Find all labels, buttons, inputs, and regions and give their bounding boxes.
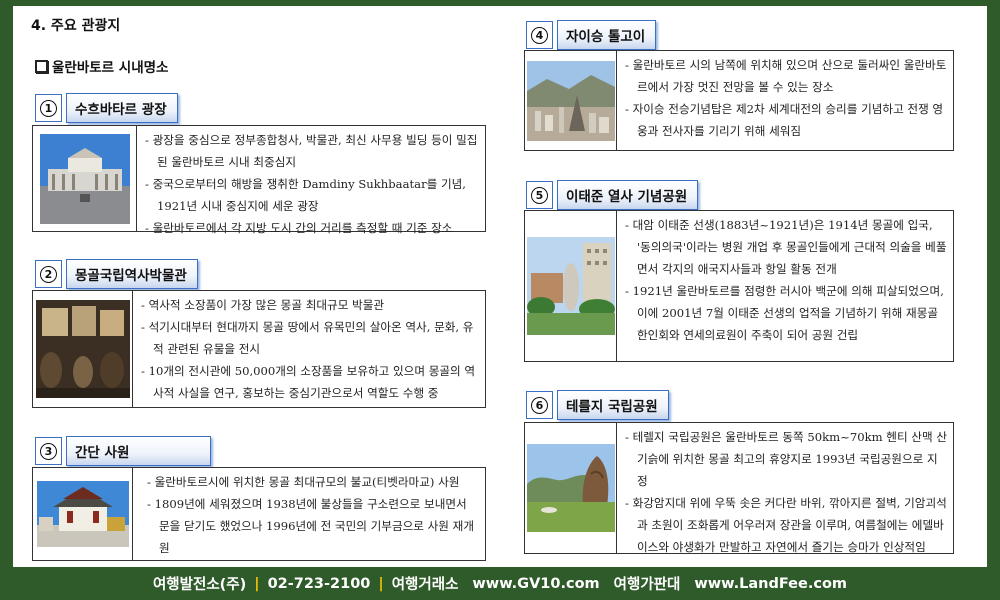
list-item: - 1809년에 세워졌으며 1938년에 불상들을 구소련으로 보내면서 문을… [147,497,474,555]
terelj-photo [525,423,617,553]
list-item: - 울란바토르에서 각 지방 도시 간의 거리를 측정할 때 기준 장소 [145,221,453,235]
footer-bar: 여행발전소(주) | 02-723-2100 | 여행거래소 www.GV10.… [0,567,1000,600]
footer-site1-link[interactable]: www.GV10.com [472,576,599,592]
temple-photo [33,468,133,560]
footer-site1-label: 여행거래소 [391,577,459,593]
list-item: - 중국으로부터의 해방을 쟁취한 Damdiny Sukhbaatar를 기념… [145,177,466,213]
list-item: - 울란바토르시에 위치한 몽골 최대규모의 불교(티벳라마교) 사원 [147,475,460,489]
section-4-text: - 울란바토르 시의 남쪽에 위치해 있으며 산으로 둘러싸인 울란바토르에서 … [617,51,953,150]
footer-company: 여행발전소(주) [152,577,247,593]
section-1-box: - 광장을 중심으로 정부종합청사, 박물관, 최신 사무용 빌딩 등이 밀집된… [32,125,486,235]
section-2-text: - 역사적 소장품이 가장 많은 몽골 최대규모 박물관 - 석기시대부터 현대… [133,291,485,407]
number-badge: 4 [526,21,553,49]
number-badge: 3 [35,437,62,465]
number-badge: 2 [35,260,62,288]
list-item: - 화강암지대 위에 우뚝 솟은 커다란 바위, 깎아지른 절벽, 기암괴석과 … [625,496,947,554]
section-1-title: 1 수흐바타르 광장 [35,93,178,123]
section-3-text: - 울란바토르시에 위치한 몽골 최대규모의 불교(티벳라마교) 사원 - 18… [133,468,485,560]
section-6-title: 6 테를지 국립공원 [526,390,669,420]
section-2-title: 2 몽골국립역사박물관 [35,259,198,289]
list-item: - 광장을 중심으로 정부종합청사, 박물관, 최신 사무용 빌딩 등이 밀집된… [145,133,478,169]
museum-photo [33,291,133,407]
section-6-text: - 테렐지 국립공원은 울란바토르 동쪽 50km~70km 헨티 산맥 산기슭… [617,423,953,554]
list-item: - 역사적 소장품이 가장 많은 몽골 최대규모 박물관 [141,298,385,312]
section-5-box: - 대암 이태준 선생(1883년~1921년)은 1914년 몽골에 입국, … [524,210,954,362]
document-page: 4. 주요 관광지 울란바토르 시내명소 1 수흐바타르 광장 - 광장을 중심… [13,6,987,567]
list-item: - 울란바토르 시의 남쪽에 위치해 있으며 산으로 둘러싸인 울란바토르에서 … [625,58,947,94]
section-5-title: 5 이태준 열사 기념공원 [526,180,699,210]
checkbox-icon [35,59,48,73]
number-badge: 6 [526,391,553,419]
list-item: - 석기시대부터 현대까지 몽골 땅에서 유목민의 살아온 역사, 문화, 유적… [141,320,474,356]
list-item: - 1921년 울란바토르를 점령한 러시아 백군에 의해 피살되었으며, 이에… [625,284,944,342]
section-5-text: - 대암 이태준 선생(1883년~1921년)은 1914년 몽골에 입국, … [617,211,953,361]
list-item: - 자이승 전승기념탑은 제2차 세계대전의 승리를 기념하고 전쟁 영웅과 전… [625,102,944,138]
section-4-title: 4 자이승 톨고이 [526,20,657,50]
section-3-title: 3 간단 사원 [35,436,211,466]
number-badge: 5 [526,181,553,209]
footer-phone: 02-723-2100 [267,575,371,592]
footer-site2-label: 여행가판대 [613,577,681,593]
footer-separator: | [378,575,384,592]
section-4-box: - 울란바토르 시의 남쪽에 위치해 있으며 산으로 둘러싸인 울란바토르에서 … [524,50,954,151]
list-item: - 대암 이태준 선생(1883년~1921년)은 1914년 몽골에 입국, … [625,218,947,276]
section-3-box: - 울란바토르시에 위치한 몽골 최대규모의 불교(티벳라마교) 사원 - 18… [32,467,486,561]
list-item: - 테렐지 국립공원은 울란바토르 동쪽 50km~70km 헨티 산맥 산기슭… [625,430,947,488]
zaisan-photo [525,51,617,150]
square-photo [33,126,137,231]
section-1-text: - 광장을 중심으로 정부종합청사, 박물관, 최신 사무용 빌딩 등이 밀집된… [137,126,485,235]
footer-separator: | [254,575,260,592]
page-heading: 4. 주요 관광지 [31,18,121,34]
list-item: - 10개의 전시관에 50,000개의 소장품을 보유하고 있으며 몽골의 역… [141,364,476,400]
memorial-park-photo [525,211,617,361]
footer-site2-link[interactable]: www.LandFee.com [694,576,847,592]
subheading: 울란바토르 시내명소 [35,56,168,76]
section-2-box: - 역사적 소장품이 가장 많은 몽골 최대규모 박물관 - 석기시대부터 현대… [32,290,486,408]
subheading-text: 울란바토르 시내명소 [52,60,169,76]
number-badge: 1 [35,94,62,122]
section-6-box: - 테렐지 국립공원은 울란바토르 동쪽 50km~70km 헨티 산맥 산기슭… [524,422,954,554]
